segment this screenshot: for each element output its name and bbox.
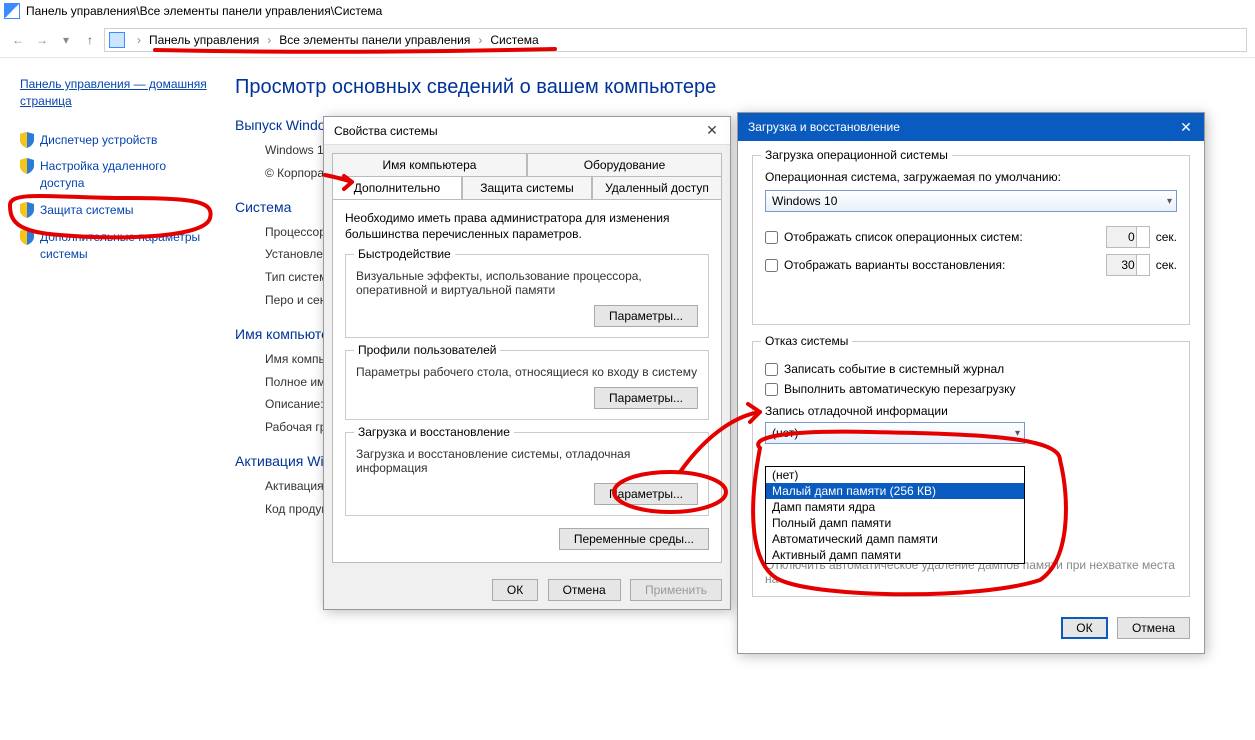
dump-type-combo[interactable]: (нет) ▾ <box>765 422 1025 444</box>
group-text: Визуальные эффекты, использование процес… <box>356 269 698 297</box>
breadcrumb-item[interactable]: Панель управления <box>147 33 261 47</box>
chevron-right-icon: › <box>261 33 277 47</box>
dump-type-option[interactable]: Малый дамп памяти (256 КВ) <box>766 483 1024 499</box>
dialog-titlebar[interactable]: Загрузка и восстановление ✕ <box>738 113 1204 141</box>
system-startup-group: Загрузка операционной системы Операционн… <box>752 155 1190 325</box>
breadcrumb[interactable]: › Панель управления › Все элементы панел… <box>104 28 1247 52</box>
up-button[interactable]: ↑ <box>80 30 100 50</box>
sidebar: Панель управления — домашняя страница Ди… <box>0 58 215 737</box>
close-icon[interactable]: ✕ <box>700 121 724 141</box>
control-panel-icon <box>4 3 20 19</box>
default-os-value: Windows 10 <box>772 194 837 208</box>
performance-settings-button[interactable]: Параметры... <box>594 305 698 327</box>
close-icon[interactable]: ✕ <box>1174 117 1198 137</box>
forward-button[interactable]: → <box>32 30 52 50</box>
group-text: Параметры рабочего стола, относящиеся ко… <box>356 365 698 379</box>
dialog-title: Свойства системы <box>334 124 438 138</box>
tabstrip: Имя компьютера Оборудование Дополнительн… <box>324 145 730 199</box>
sidebar-item-label: Дополнительные параметры системы <box>40 229 207 263</box>
dump-type-value: (нет) <box>772 426 798 440</box>
dump-type-dropdown-list[interactable]: (нет)Малый дамп памяти (256 КВ)Дамп памя… <box>765 466 1025 564</box>
auto-restart-label: Выполнить автоматическую перезагрузку <box>784 382 1177 396</box>
sidebar-item-label: Диспетчер устройств <box>40 132 157 149</box>
environment-variables-button[interactable]: Переменные среды... <box>559 528 709 550</box>
tab-panel: Необходимо иметь права администратора дл… <box>332 199 722 563</box>
chevron-down-icon: ▾ <box>1167 196 1172 207</box>
cancel-button[interactable]: Отмена <box>548 579 621 601</box>
tab-advanced[interactable]: Дополнительно <box>332 176 462 199</box>
group-text: Загрузка и восстановление системы, отлад… <box>356 447 698 475</box>
seconds-unit: сек. <box>1156 258 1177 272</box>
chevron-down-icon: ▾ <box>1015 428 1020 439</box>
system-failure-group: Отказ системы Записать событие в системн… <box>752 341 1190 597</box>
default-os-combo[interactable]: Windows 10 ▾ <box>765 190 1177 212</box>
group-title: Профили пользователей <box>354 343 500 357</box>
tab-computer-name[interactable]: Имя компьютера <box>332 153 527 176</box>
profiles-group: Профили пользователей Параметры рабочего… <box>345 350 709 420</box>
dump-type-option[interactable]: Полный дамп памяти <box>766 515 1024 531</box>
system-properties-dialog: Свойства системы ✕ Имя компьютера Оборуд… <box>323 116 731 610</box>
sidebar-item-protection[interactable]: Защита системы <box>20 202 207 219</box>
write-event-label: Записать событие в системный журнал <box>784 362 1177 376</box>
ok-button[interactable]: ОК <box>492 579 538 601</box>
cancel-button[interactable]: Отмена <box>1117 617 1190 639</box>
show-recovery-label: Отображать варианты восстановления: <box>784 258 1100 272</box>
performance-group: Быстродействие Визуальные эффекты, испол… <box>345 254 709 338</box>
tab-hardware[interactable]: Оборудование <box>527 153 722 176</box>
back-button[interactable]: ← <box>8 30 28 50</box>
show-recovery-checkbox[interactable] <box>765 259 778 272</box>
system-icon <box>109 32 125 48</box>
tab-protection[interactable]: Защита системы <box>462 176 592 199</box>
seconds-unit: сек. <box>1156 230 1177 244</box>
group-title: Загрузка операционной системы <box>761 148 952 162</box>
shield-icon <box>20 158 34 174</box>
breadcrumb-item[interactable]: Все элементы панели управления <box>277 33 472 47</box>
startup-settings-button[interactable]: Параметры... <box>594 483 698 505</box>
shield-icon <box>20 229 34 245</box>
shield-icon <box>20 202 34 218</box>
startup-recovery-group: Загрузка и восстановление Загрузка и вос… <box>345 432 709 516</box>
auto-restart-checkbox[interactable] <box>765 383 778 396</box>
tab-remote[interactable]: Удаленный доступ <box>592 176 722 199</box>
profiles-settings-button[interactable]: Параметры... <box>594 387 698 409</box>
sidebar-item-advanced[interactable]: Дополнительные параметры системы <box>20 229 207 263</box>
group-title: Отказ системы <box>761 334 852 348</box>
dialog-body: Загрузка операционной системы Операционн… <box>738 141 1204 653</box>
dialog-body: Имя компьютера Оборудование Дополнительн… <box>324 145 730 609</box>
address-bar: ← → ▾ ↑ › Панель управления › Все элемен… <box>0 22 1255 58</box>
sidebar-item-label: Настройка удаленного доступа <box>40 158 207 192</box>
dialog-titlebar[interactable]: Свойства системы ✕ <box>324 117 730 145</box>
sidebar-item-device-manager[interactable]: Диспетчер устройств <box>20 132 207 149</box>
window-titlebar: Панель управления\Все элементы панели уп… <box>0 0 1255 22</box>
group-title: Загрузка и восстановление <box>354 425 514 439</box>
breadcrumb-item[interactable]: Система <box>488 33 540 47</box>
recovery-seconds-spinner[interactable]: 30 <box>1106 254 1150 276</box>
chevron-right-icon: › <box>472 33 488 47</box>
page-title: Просмотр основных сведений о вашем компь… <box>235 76 1255 99</box>
os-list-seconds-spinner[interactable]: 0 <box>1106 226 1150 248</box>
write-event-checkbox[interactable] <box>765 363 778 376</box>
show-os-list-label: Отображать список операционных систем: <box>784 230 1100 244</box>
dump-info-label: Запись отладочной информации <box>765 404 1177 418</box>
admin-warning: Необходимо иметь права администратора дл… <box>345 210 709 242</box>
dump-type-option[interactable]: Автоматический дамп памяти <box>766 531 1024 547</box>
shield-icon <box>20 132 34 148</box>
group-title: Быстродействие <box>354 247 455 261</box>
chevron-right-icon: › <box>131 33 147 47</box>
sidebar-item-label: Защита системы <box>40 202 133 219</box>
sidebar-item-remote[interactable]: Настройка удаленного доступа <box>20 158 207 192</box>
startup-recovery-dialog: Загрузка и восстановление ✕ Загрузка опе… <box>737 112 1205 654</box>
default-os-label: Операционная система, загружаемая по умо… <box>765 170 1177 184</box>
dump-type-option[interactable]: Активный дамп памяти <box>766 547 1024 563</box>
window-title: Панель управления\Все элементы панели уп… <box>26 4 382 18</box>
control-panel-home-link[interactable]: Панель управления — домашняя страница <box>20 76 207 110</box>
show-os-list-checkbox[interactable] <box>765 231 778 244</box>
recent-dropdown[interactable]: ▾ <box>56 30 76 50</box>
apply-button[interactable]: Применить <box>630 579 722 601</box>
dump-type-option[interactable]: Дамп памяти ядра <box>766 499 1024 515</box>
ok-button[interactable]: ОК <box>1061 617 1107 639</box>
dialog-title: Загрузка и восстановление <box>748 120 900 134</box>
dump-type-option[interactable]: (нет) <box>766 467 1024 483</box>
